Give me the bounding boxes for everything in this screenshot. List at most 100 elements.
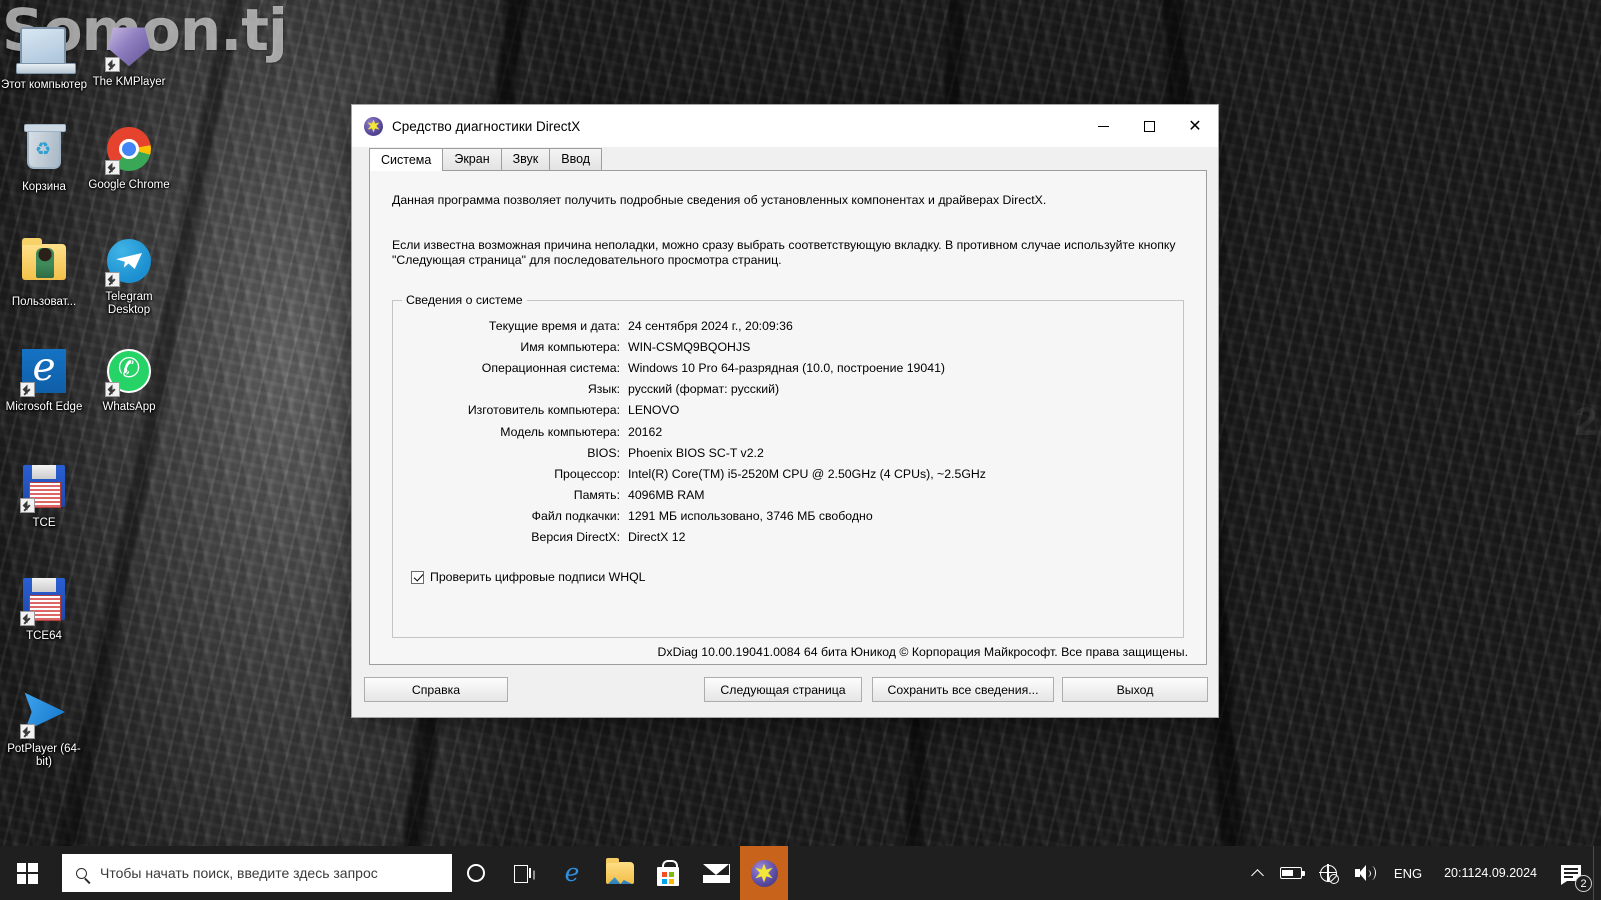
window-titlebar[interactable]: Средство диагностики DirectX ✕	[352, 105, 1218, 147]
row-label: Имя компьютера:	[520, 339, 620, 354]
desktop-icon-whatsapp[interactable]: WhatsApp	[85, 347, 173, 414]
language-indicator[interactable]: ENG	[1384, 846, 1432, 900]
dxdiag-window[interactable]: Средство диагностики DirectX ✕ Система Э…	[351, 104, 1219, 718]
start-button[interactable]	[0, 846, 54, 900]
user-folder-icon	[20, 238, 68, 292]
desktop-icon-user-folder[interactable]: Пользоват...	[0, 237, 88, 309]
close-button[interactable]: ✕	[1172, 105, 1218, 147]
desktop-icon-recycle-bin[interactable]: Корзина	[0, 124, 88, 194]
tce-icon	[20, 465, 68, 513]
cortana-icon	[467, 864, 485, 882]
maximize-button[interactable]	[1126, 105, 1172, 147]
desktop-icon-microsoft-edge[interactable]: Microsoft Edge	[0, 345, 88, 414]
exit-button[interactable]: Выход	[1062, 677, 1208, 702]
copyright-text: DxDiag 10.00.19041.0084 64 бита Юникод ©…	[657, 645, 1188, 659]
desktop-icon-kmplayer[interactable]: The KMPlayer	[85, 22, 173, 89]
show-desktop-button[interactable]	[1593, 846, 1601, 900]
close-icon: ✕	[1188, 116, 1202, 135]
row-label: Файл подкачки:	[531, 509, 620, 524]
taskbar-mail[interactable]	[692, 846, 740, 900]
desktop-icon-tce[interactable]: TCE	[0, 462, 88, 530]
directx-icon	[750, 859, 778, 887]
search-input[interactable]: Чтобы начать поиск, введите здесь запрос	[62, 854, 452, 892]
table-row: Операционная система: Windows 10 Pro 64-р…	[393, 357, 1183, 378]
desktop-icon-label: The KMPlayer	[92, 76, 166, 88]
desktop-icon-label: Корзина	[22, 181, 66, 193]
minimize-icon	[1097, 125, 1109, 127]
notifications-button[interactable]: 2	[1549, 846, 1593, 900]
this-pc-icon	[16, 27, 76, 75]
desktop-icon-label: PotPlayer (64-bit)	[7, 743, 81, 768]
clock[interactable]: 20:11 24.09.2024	[1432, 846, 1549, 900]
taskbar-file-explorer[interactable]	[596, 846, 644, 900]
telegram-icon	[105, 239, 153, 287]
chevron-up-icon	[1251, 868, 1264, 882]
row-label: Модель компьютера:	[500, 424, 620, 439]
table-row: Изготовитель компьютера: LENOVO	[393, 400, 1183, 421]
tab-sound[interactable]: Звук	[500, 148, 551, 170]
taskbar[interactable]: Чтобы начать поиск, введите здесь запрос…	[0, 846, 1601, 900]
volume-button[interactable]	[1346, 846, 1384, 900]
file-explorer-icon	[606, 858, 634, 884]
notification-count-badge: 2	[1575, 875, 1592, 892]
clock-time: 20:11	[1444, 866, 1475, 880]
tab-panel-system: Данная программа позволяет получить подр…	[369, 170, 1207, 665]
taskbar-microsoft-store[interactable]	[644, 846, 692, 900]
potplayer-icon	[20, 691, 68, 739]
row-label: Процессор:	[554, 466, 620, 481]
search-placeholder: Чтобы начать поиск, введите здесь запрос	[100, 865, 378, 881]
table-row: Модель компьютера: 20162	[393, 421, 1183, 442]
tab-input[interactable]: Ввод	[549, 148, 603, 170]
desktop-icon-potplayer[interactable]: PotPlayer (64-bit)	[0, 688, 88, 769]
next-page-button[interactable]: Следующая страница	[704, 677, 862, 702]
show-hidden-icons-button[interactable]	[1244, 846, 1271, 900]
row-value: DirectX 12	[628, 530, 686, 545]
search-icon	[62, 867, 100, 879]
help-button[interactable]: Справка	[364, 677, 508, 702]
chrome-icon	[105, 127, 153, 175]
tab-display[interactable]: Экран	[442, 148, 502, 170]
table-row: Файл подкачки: 1291 МБ использовано, 3746…	[393, 506, 1183, 527]
desktop-icon-this-pc[interactable]: Этот компьютер	[0, 22, 88, 92]
edge-icon	[559, 860, 585, 886]
task-view-button[interactable]	[500, 846, 548, 900]
whql-checkbox-row[interactable]: Проверить цифровые подписи WHQL	[411, 570, 1183, 584]
network-button[interactable]	[1311, 846, 1346, 900]
row-label: Версия DirectX:	[531, 530, 620, 545]
save-all-information-button[interactable]: Сохранить все сведения...	[872, 677, 1054, 702]
intro-paragraph-2: Если известна возможная причина неполадк…	[392, 238, 1176, 267]
desktop-icon-label: TCE	[32, 517, 56, 529]
minimize-button[interactable]	[1080, 105, 1126, 147]
desktop-icon-label: WhatsApp	[102, 401, 156, 413]
desktop-icon-tce64[interactable]: TCE64	[0, 575, 88, 643]
row-value: 24 сентября 2024 г., 20:09:36	[628, 318, 793, 333]
table-row: Процессор: Intel(R) Core(TM) i5-2520M CPU…	[393, 463, 1183, 484]
tab-system[interactable]: Система	[369, 148, 444, 171]
row-value: LENOVO	[628, 403, 680, 418]
edge-icon	[20, 345, 68, 397]
row-value: 20162	[628, 424, 663, 439]
battery-button[interactable]	[1271, 846, 1311, 900]
window-title: Средство диагностики DirectX	[392, 118, 581, 134]
taskbar-dxdiag[interactable]	[740, 846, 788, 900]
desktop[interactable]: Somon.tj 2 Этот компьютер The KMPlayer К…	[0, 0, 1601, 900]
whatsapp-icon	[105, 349, 153, 397]
system-tray: ENG 20:11 24.09.2024 2	[1244, 846, 1601, 900]
whql-checkbox-label: Проверить цифровые подписи WHQL	[430, 570, 646, 585]
row-label: Текущие время и дата:	[488, 318, 620, 333]
row-label: Память:	[573, 488, 620, 503]
battery-icon	[1279, 867, 1305, 879]
row-value: WIN-CSMQ9BQOHJS	[628, 339, 751, 354]
system-information-table: Текущие время и дата: 24 сентября 2024 г.…	[393, 315, 1183, 548]
row-value: Windows 10 Pro 64-разрядная (10.0, постр…	[628, 360, 945, 375]
row-value: русский (формат: русский)	[628, 382, 780, 397]
window-footer: Справка Следующая страница Сохранить все…	[352, 665, 1218, 717]
taskbar-edge[interactable]	[548, 846, 596, 900]
row-value: 1291 МБ использовано, 3746 МБ свободно	[628, 509, 873, 524]
tab-strip: Система Экран Звук Ввод	[352, 147, 1218, 171]
directx-icon	[364, 116, 383, 136]
whql-checkbox[interactable]	[411, 570, 424, 584]
cortana-button[interactable]	[452, 846, 500, 900]
desktop-icon-telegram[interactable]: Telegram Desktop	[85, 237, 173, 317]
desktop-icon-google-chrome[interactable]: Google Chrome	[85, 125, 173, 192]
